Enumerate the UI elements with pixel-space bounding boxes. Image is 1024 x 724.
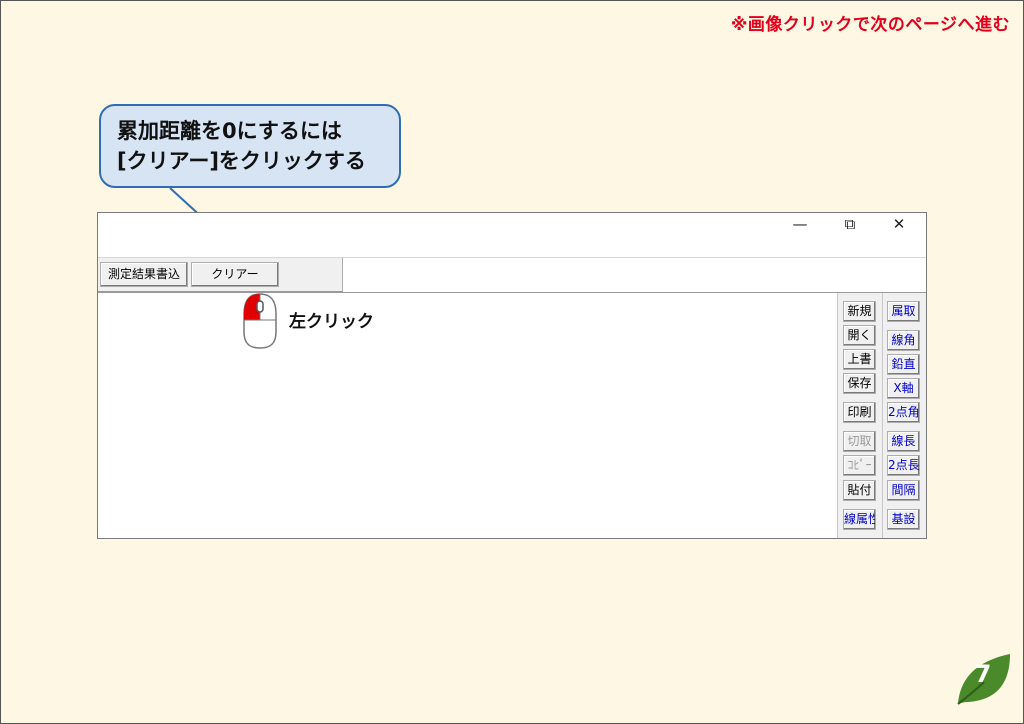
- copy-button[interactable]: ｺﾋﾟｰ: [843, 455, 876, 476]
- side-command-panel: 新規 開く 上書 保存 印刷 切取 ｺﾋﾟｰ 貼付 線属性 属取 線角 鉛直 X…: [837, 293, 926, 538]
- title-bar: — ⧉ ✕: [98, 213, 926, 257]
- vertical-button[interactable]: 鉛直: [887, 354, 920, 375]
- toolbar: 測定結果書込 クリアー: [98, 257, 926, 293]
- interval-button[interactable]: 間隔: [887, 480, 920, 501]
- two-point-length-button[interactable]: 2点長: [887, 455, 920, 476]
- app-window: — ⧉ ✕ 測定結果書込 クリアー 新規 開く 上書 保存 印刷 切取 ｺﾋﾟｰ…: [97, 212, 927, 539]
- open-button[interactable]: 開く: [843, 325, 876, 346]
- drawing-canvas[interactable]: [98, 293, 840, 538]
- page-number: 7: [974, 660, 992, 688]
- left-click-label: 左クリック: [289, 312, 374, 332]
- two-point-angle-button[interactable]: 2点角: [887, 402, 920, 423]
- instruction-callout: 累加距離を0にするには [クリアー]をクリックする: [99, 104, 401, 188]
- minimize-button[interactable]: —: [785, 215, 815, 235]
- toolbar-input-area[interactable]: [342, 258, 926, 292]
- paste-button[interactable]: 貼付: [843, 480, 876, 501]
- new-button[interactable]: 新規: [843, 301, 876, 322]
- close-button[interactable]: ✕: [884, 215, 914, 235]
- line-angle-button[interactable]: 線角: [887, 330, 920, 351]
- clear-button[interactable]: クリアー: [191, 262, 279, 287]
- x-axis-button[interactable]: X軸: [887, 378, 920, 399]
- get-attribute-button[interactable]: 属取: [887, 301, 920, 322]
- line-attribute-button[interactable]: 線属性: [843, 509, 876, 530]
- line-length-button[interactable]: 線長: [887, 431, 920, 452]
- print-button[interactable]: 印刷: [843, 402, 876, 423]
- save-button[interactable]: 保存: [843, 373, 876, 394]
- base-setting-button[interactable]: 基設: [887, 509, 920, 530]
- mouse-left-click-icon: [243, 293, 277, 349]
- overwrite-button[interactable]: 上書: [843, 349, 876, 370]
- callout-line-2: [クリアー]をクリックする: [117, 149, 366, 173]
- callout-line-1: 累加距離を0にするには: [117, 119, 342, 143]
- side-panel-divider: [882, 293, 883, 538]
- cut-button[interactable]: 切取: [843, 431, 876, 452]
- restore-button[interactable]: ⧉: [835, 215, 865, 235]
- measure-write-button[interactable]: 測定結果書込: [100, 262, 188, 287]
